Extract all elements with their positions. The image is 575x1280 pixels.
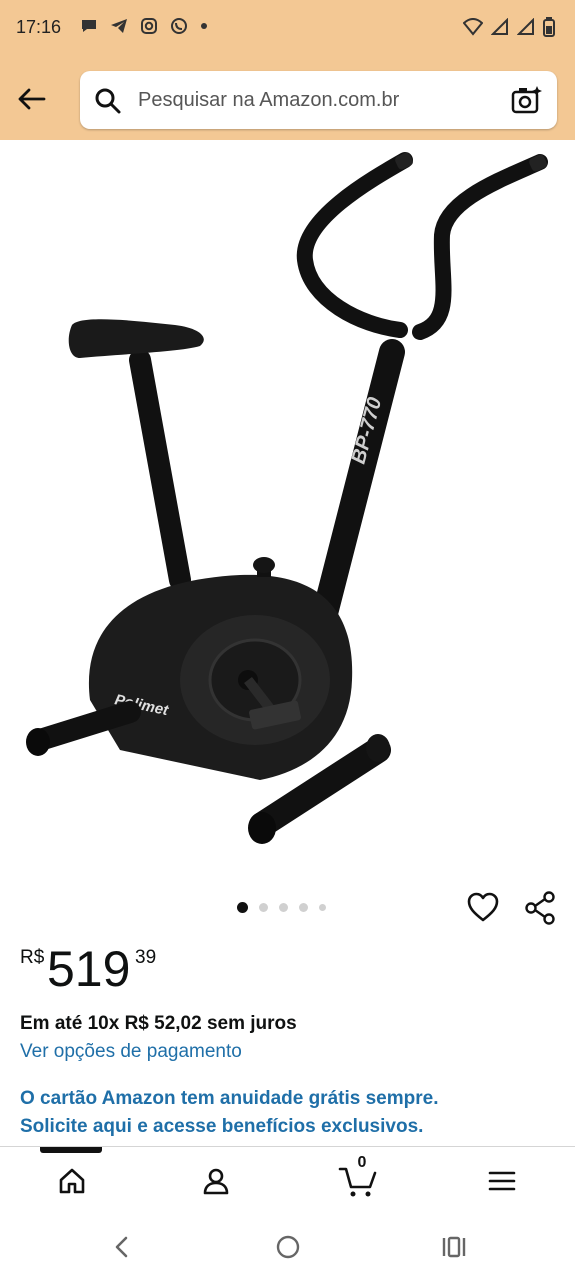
promo-line: Solicite aqui e acesse benefícios exclus…: [20, 1116, 424, 1137]
signal-icon: [517, 18, 534, 35]
carousel-dot[interactable]: [237, 902, 248, 913]
camera-search-icon[interactable]: [511, 84, 543, 116]
heart-icon[interactable]: [466, 891, 500, 923]
system-status-icons: [463, 17, 555, 37]
price-whole: 519: [47, 941, 131, 997]
bottom-navigation: 0: [0, 1146, 575, 1215]
nav-account[interactable]: [196, 1161, 236, 1201]
search-header: Pesquisar na Amazon.com.br: [0, 58, 575, 140]
search-input[interactable]: Pesquisar na Amazon.com.br: [80, 71, 557, 129]
recents-icon: [442, 1236, 466, 1258]
system-recents-button[interactable]: [439, 1232, 469, 1262]
price-cents: 39: [135, 947, 157, 968]
search-placeholder: Pesquisar na Amazon.com.br: [138, 89, 400, 111]
carousel-dot[interactable]: [279, 903, 288, 912]
instagram-icon: [141, 18, 157, 34]
home-icon: [59, 1168, 85, 1194]
search-icon: [95, 88, 121, 114]
image-carousel-indicator: [237, 902, 326, 913]
chevron-left-icon: [115, 1236, 128, 1258]
system-back-button[interactable]: [107, 1232, 137, 1262]
menu-icon: [488, 1171, 516, 1191]
arrow-left-icon: [18, 88, 46, 110]
battery-icon: [543, 17, 555, 37]
system-home-button[interactable]: [273, 1232, 303, 1262]
price-currency: R$: [20, 947, 45, 968]
chat-bubble-icon: [82, 20, 96, 32]
payment-options-link[interactable]: Ver opções de pagamento: [20, 1041, 242, 1063]
share-icon[interactable]: [523, 891, 557, 925]
telegram-icon: [111, 19, 127, 33]
exercise-bike-image: BP-770 Polimet: [26, 152, 548, 844]
system-navigation-bar: [0, 1214, 575, 1280]
carousel-dot[interactable]: [259, 903, 268, 912]
wifi-icon: [463, 18, 483, 36]
notification-icons: [80, 17, 208, 35]
nav-home[interactable]: [52, 1161, 92, 1201]
installments-text: Em até 10x R$ 52,02 sem juros: [20, 1013, 297, 1034]
circle-icon: [276, 1235, 300, 1259]
carousel-dot[interactable]: [299, 903, 308, 912]
promo-line: O cartão Amazon tem anuidade grátis semp…: [20, 1088, 439, 1109]
dot-icon: [201, 23, 207, 29]
active-tab-indicator: [40, 1147, 102, 1153]
status-time: 17:16: [16, 17, 62, 37]
cart-count: 0: [357, 1154, 367, 1171]
amazon-card-promo[interactable]: O cartão Amazon tem anuidade grátis semp…: [20, 1085, 438, 1141]
product-image[interactable]: BP-770 Polimet: [0, 140, 575, 880]
account-icon: [203, 1168, 229, 1195]
carousel-dot[interactable]: [319, 904, 326, 911]
whatsapp-icon: [171, 18, 187, 34]
status-bar: 17:16: [0, 0, 575, 58]
signal-icon: [491, 18, 508, 35]
back-button[interactable]: [14, 82, 48, 116]
nav-menu[interactable]: [482, 1161, 522, 1201]
